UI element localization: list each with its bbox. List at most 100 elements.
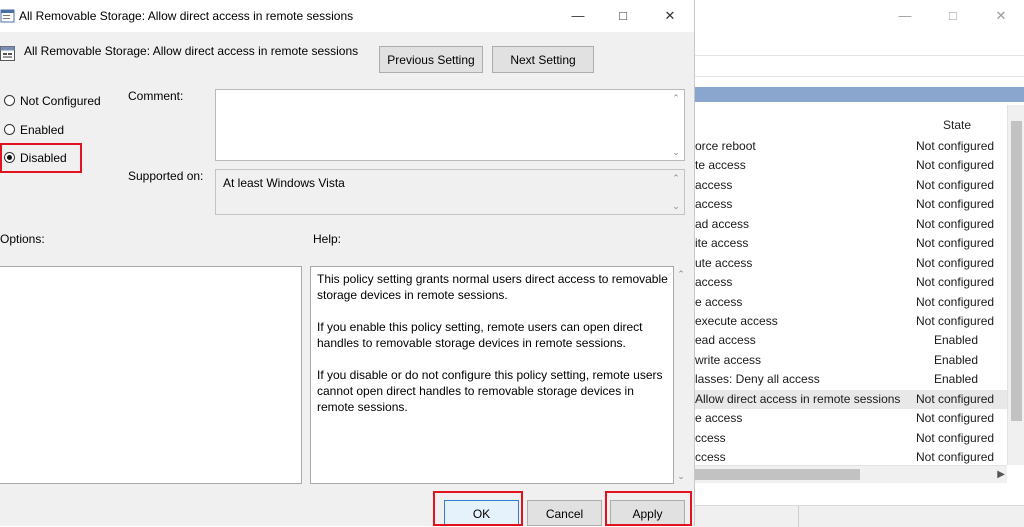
policy-list-row[interactable]: ad access Not configured bbox=[695, 215, 1007, 234]
policy-row-state: Not configured bbox=[916, 430, 995, 445]
background-policy-editor-window: — □ ✕ State orce reboot Not configured te … bbox=[694, 0, 1024, 527]
policy-row-name: orce reboot bbox=[695, 139, 756, 153]
dialog-title-bar: All Removable Storage: Allow direct acce… bbox=[0, 0, 694, 32]
policy-list-row[interactable]: execute access Not configured bbox=[695, 312, 1007, 331]
scroll-right-icon[interactable]: ▶ bbox=[997, 466, 1005, 483]
supported-on-value: At least Windows Vista bbox=[223, 176, 345, 190]
supported-on-field: At least Windows Vista ⌃ ⌄ bbox=[215, 169, 685, 215]
comment-textarea[interactable]: ⌃ ⌄ bbox=[215, 89, 685, 161]
options-pane bbox=[0, 266, 302, 484]
policy-list-row[interactable]: access Not configured bbox=[695, 273, 1007, 292]
minimize-icon[interactable]: — bbox=[567, 6, 589, 26]
policy-row-state: Not configured bbox=[916, 411, 995, 426]
highlight-box-ok bbox=[433, 491, 523, 526]
radio-label: Not Configured bbox=[20, 94, 101, 108]
policy-row-name: write access bbox=[695, 352, 762, 367]
background-title-bar: — □ ✕ bbox=[695, 0, 1024, 32]
maximize-icon[interactable]: □ bbox=[943, 6, 963, 26]
help-paragraph: This policy setting grants normal users … bbox=[317, 272, 668, 302]
policy-name-heading: All Removable Storage: Allow direct acce… bbox=[24, 44, 359, 58]
policy-list-row[interactable]: access Not configured bbox=[695, 195, 1007, 214]
policy-list-row[interactable]: access Not configured bbox=[695, 176, 1007, 195]
policy-setting-dialog: All Removable Storage: Allow direct acce… bbox=[0, 0, 695, 526]
dialog-title: All Removable Storage: Allow direct acce… bbox=[19, 9, 354, 23]
options-label: Options: bbox=[0, 232, 45, 246]
help-pane: This policy setting grants normal users … bbox=[310, 266, 674, 484]
policy-row-name: e access bbox=[695, 411, 743, 426]
close-icon[interactable]: ✕ bbox=[991, 6, 1011, 26]
policy-row-name: ead access bbox=[695, 333, 756, 348]
vertical-scrollbar[interactable] bbox=[1007, 105, 1024, 465]
policy-list-row[interactable]: Allow direct access in remote sessions No… bbox=[695, 389, 1007, 410]
highlight-box-disabled bbox=[0, 143, 82, 173]
scroll-up-icon[interactable]: ⌃ bbox=[671, 173, 681, 183]
scrollbar-thumb[interactable] bbox=[695, 469, 860, 480]
policy-list-row[interactable]: orce reboot Not configured bbox=[695, 137, 1007, 156]
policy-list-row[interactable]: ead access Enabled bbox=[695, 331, 1007, 350]
status-bar bbox=[695, 505, 1024, 527]
policy-row-state: Enabled bbox=[933, 352, 979, 367]
policy-row-name: execute access bbox=[695, 313, 778, 328]
toolbar-divider bbox=[695, 55, 1024, 56]
policy-row-name: ccess bbox=[695, 430, 726, 445]
policy-row-name: ute access bbox=[695, 255, 753, 270]
help-label: Help: bbox=[313, 232, 342, 246]
policy-list-row[interactable]: write access Enabled bbox=[695, 351, 1007, 370]
scroll-down-icon[interactable]: ⌄ bbox=[676, 471, 686, 481]
column-header-state[interactable]: State bbox=[943, 118, 971, 132]
policy-row-state: Not configured bbox=[916, 313, 995, 328]
previous-setting-button[interactable]: Previous Setting bbox=[379, 46, 483, 73]
policy-row-name: ite access bbox=[695, 236, 749, 251]
policy-row-state: Not configured bbox=[916, 255, 995, 270]
help-paragraph: If you disable or do not configure this … bbox=[317, 368, 663, 414]
policy-list-row[interactable]: e access Not configured bbox=[695, 409, 1007, 428]
scroll-up-icon[interactable]: ⌃ bbox=[676, 269, 686, 279]
policy-row-state: Enabled bbox=[933, 372, 979, 387]
policy-app-icon bbox=[0, 9, 15, 23]
maximize-icon[interactable]: □ bbox=[612, 6, 634, 26]
policy-row-state: Enabled bbox=[933, 333, 979, 348]
policy-row-name: te access bbox=[695, 158, 746, 173]
close-icon[interactable]: ✕ bbox=[659, 6, 681, 26]
help-text: This policy setting grants normal users … bbox=[317, 271, 673, 431]
policy-row-state: Not configured bbox=[916, 158, 995, 173]
policy-setting-icon bbox=[0, 46, 15, 61]
policy-row-name: Allow direct access in remote sessions bbox=[695, 391, 901, 406]
policy-row-name: e access bbox=[695, 294, 743, 309]
policy-row-state: Not configured bbox=[916, 391, 995, 406]
status-divider bbox=[798, 506, 799, 527]
policy-row-name: access bbox=[695, 275, 733, 290]
policy-row-state: Not configured bbox=[916, 275, 995, 290]
horizontal-scrollbar[interactable]: ▶ bbox=[695, 465, 1007, 483]
policy-list-row[interactable]: te access Not configured bbox=[695, 156, 1007, 175]
scroll-up-icon[interactable]: ⌃ bbox=[671, 93, 681, 103]
policy-row-name: ad access bbox=[695, 216, 750, 231]
scroll-down-icon[interactable]: ⌄ bbox=[671, 201, 681, 211]
next-setting-button[interactable]: Next Setting bbox=[492, 46, 594, 73]
policy-list-row[interactable]: ite access Not configured bbox=[695, 234, 1007, 253]
header-banner bbox=[695, 87, 1024, 102]
policy-row-state: Not configured bbox=[916, 236, 995, 251]
toolbar-divider bbox=[695, 76, 1024, 77]
policy-list-row[interactable]: e access Not configured bbox=[695, 293, 1007, 312]
policy-row-state: Not configured bbox=[916, 216, 995, 231]
policy-row-state: Not configured bbox=[916, 177, 995, 192]
cancel-button[interactable]: Cancel bbox=[527, 500, 602, 526]
help-paragraph: If you enable this policy setting, remot… bbox=[317, 320, 643, 350]
radio-label: Enabled bbox=[20, 123, 65, 137]
policy-row-name: lasses: Deny all access bbox=[695, 372, 820, 387]
minimize-icon[interactable]: — bbox=[895, 6, 915, 26]
policy-row-state: Not configured bbox=[916, 294, 995, 309]
policy-list-row[interactable]: lasses: Deny all access Enabled bbox=[695, 370, 1007, 389]
policy-row-name: access bbox=[695, 177, 733, 192]
policy-row-name: access bbox=[695, 197, 733, 212]
policy-list-row[interactable]: ccess Not configured bbox=[695, 429, 1007, 448]
scrollbar-thumb[interactable] bbox=[1011, 121, 1022, 421]
policy-list-row[interactable]: ute access Not configured bbox=[695, 254, 1007, 273]
policy-list: orce reboot Not configured te access Not co… bbox=[695, 137, 1007, 467]
radio-circle[interactable] bbox=[4, 95, 15, 106]
comment-label: Comment: bbox=[128, 89, 184, 103]
radio-circle[interactable] bbox=[4, 124, 15, 135]
scroll-down-icon[interactable]: ⌄ bbox=[671, 147, 681, 157]
policy-row-state: Not configured bbox=[916, 197, 995, 212]
